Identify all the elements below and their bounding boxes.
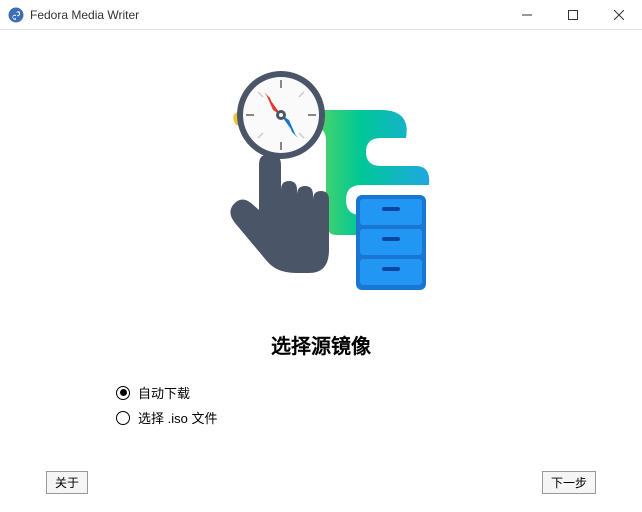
radio-auto-download[interactable]: 自动下载: [116, 383, 396, 402]
radio-label: 选择 .iso 文件: [138, 408, 217, 427]
radio-label: 自动下载: [138, 383, 190, 402]
radio-icon: [116, 411, 130, 425]
maximize-button[interactable]: [550, 0, 596, 30]
window-title: Fedora Media Writer: [30, 8, 139, 22]
illustration: [181, 70, 461, 300]
page-title: 选择源镜像: [271, 330, 371, 359]
about-button[interactable]: 关于: [46, 471, 88, 494]
next-button[interactable]: 下一步: [542, 471, 596, 494]
minimize-button[interactable]: [504, 0, 550, 30]
footer: 关于 下一步: [0, 471, 642, 494]
titlebar: Fedora Media Writer: [0, 0, 642, 30]
radio-icon: [116, 386, 130, 400]
close-button[interactable]: [596, 0, 642, 30]
main-content: 选择源镜像 自动下载 选择 .iso 文件 关于 下一步: [0, 30, 642, 512]
app-icon: [8, 7, 24, 23]
radio-select-iso[interactable]: 选择 .iso 文件: [116, 408, 396, 427]
source-options: 自动下载 选择 .iso 文件: [116, 383, 396, 427]
